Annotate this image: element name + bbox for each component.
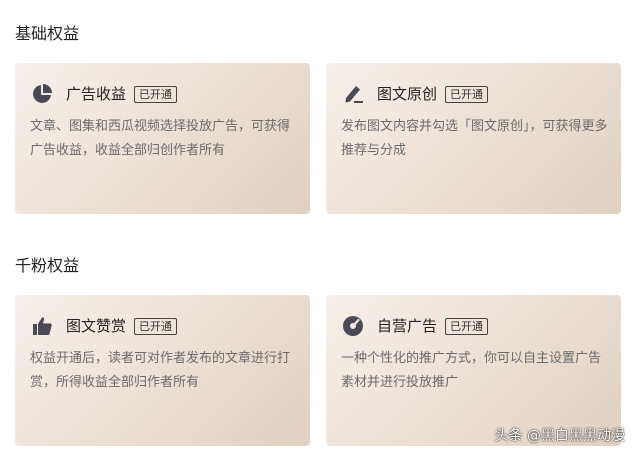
pie-chart-icon bbox=[31, 83, 53, 105]
benefit-card-tipping[interactable]: 图文赞赏 已开通 权益开通后，读者可对作者发布的文章进行打赏，所得收益全部归作者… bbox=[15, 295, 310, 446]
card-description: 一种个性化的推广方式，你可以自主设置广告素材并进行投放推广 bbox=[341, 351, 602, 390]
card-description: 权益开通后，读者可对作者发布的文章进行打赏，所得收益全部归作者所有 bbox=[30, 351, 291, 390]
card-title: 图文原创 bbox=[377, 85, 438, 103]
status-badge: 已开通 bbox=[134, 317, 178, 335]
benefit-card-self-ads[interactable]: 自营广告 已开通 一种个性化的推广方式，你可以自主设置广告素材并进行投放推广 bbox=[326, 295, 621, 446]
status-badge: 已开通 bbox=[445, 85, 489, 103]
pen-icon bbox=[342, 83, 364, 105]
card-description: 发布图文内容并勾选「图文原创」，可获得更多推荐与分成 bbox=[341, 119, 608, 158]
section-title-basic: 基础权益 bbox=[15, 24, 80, 43]
card-title: 图文赞赏 bbox=[66, 317, 127, 335]
benefit-card-original[interactable]: 图文原创 已开通 发布图文内容并勾选「图文原创」，可获得更多推荐与分成 bbox=[326, 63, 621, 214]
status-badge: 已开通 bbox=[134, 85, 178, 103]
benefit-card-ad-revenue[interactable]: 广告收益 已开通 文章、图集和西瓜视频选择投放广告，可获得广告收益，收益全部归创… bbox=[15, 63, 310, 214]
status-badge: 已开通 bbox=[445, 317, 489, 335]
gauge-icon bbox=[342, 315, 364, 337]
watermark: 头条 @黑白黑黑动漫 bbox=[494, 428, 625, 444]
card-description: 文章、图集和西瓜视频选择投放广告，可获得广告收益，收益全部归创作者所有 bbox=[30, 119, 291, 158]
card-title: 自营广告 bbox=[377, 317, 438, 335]
card-title: 广告收益 bbox=[66, 85, 127, 103]
section-title-fans: 千粉权益 bbox=[15, 256, 80, 275]
thumbs-up-icon bbox=[31, 315, 53, 337]
